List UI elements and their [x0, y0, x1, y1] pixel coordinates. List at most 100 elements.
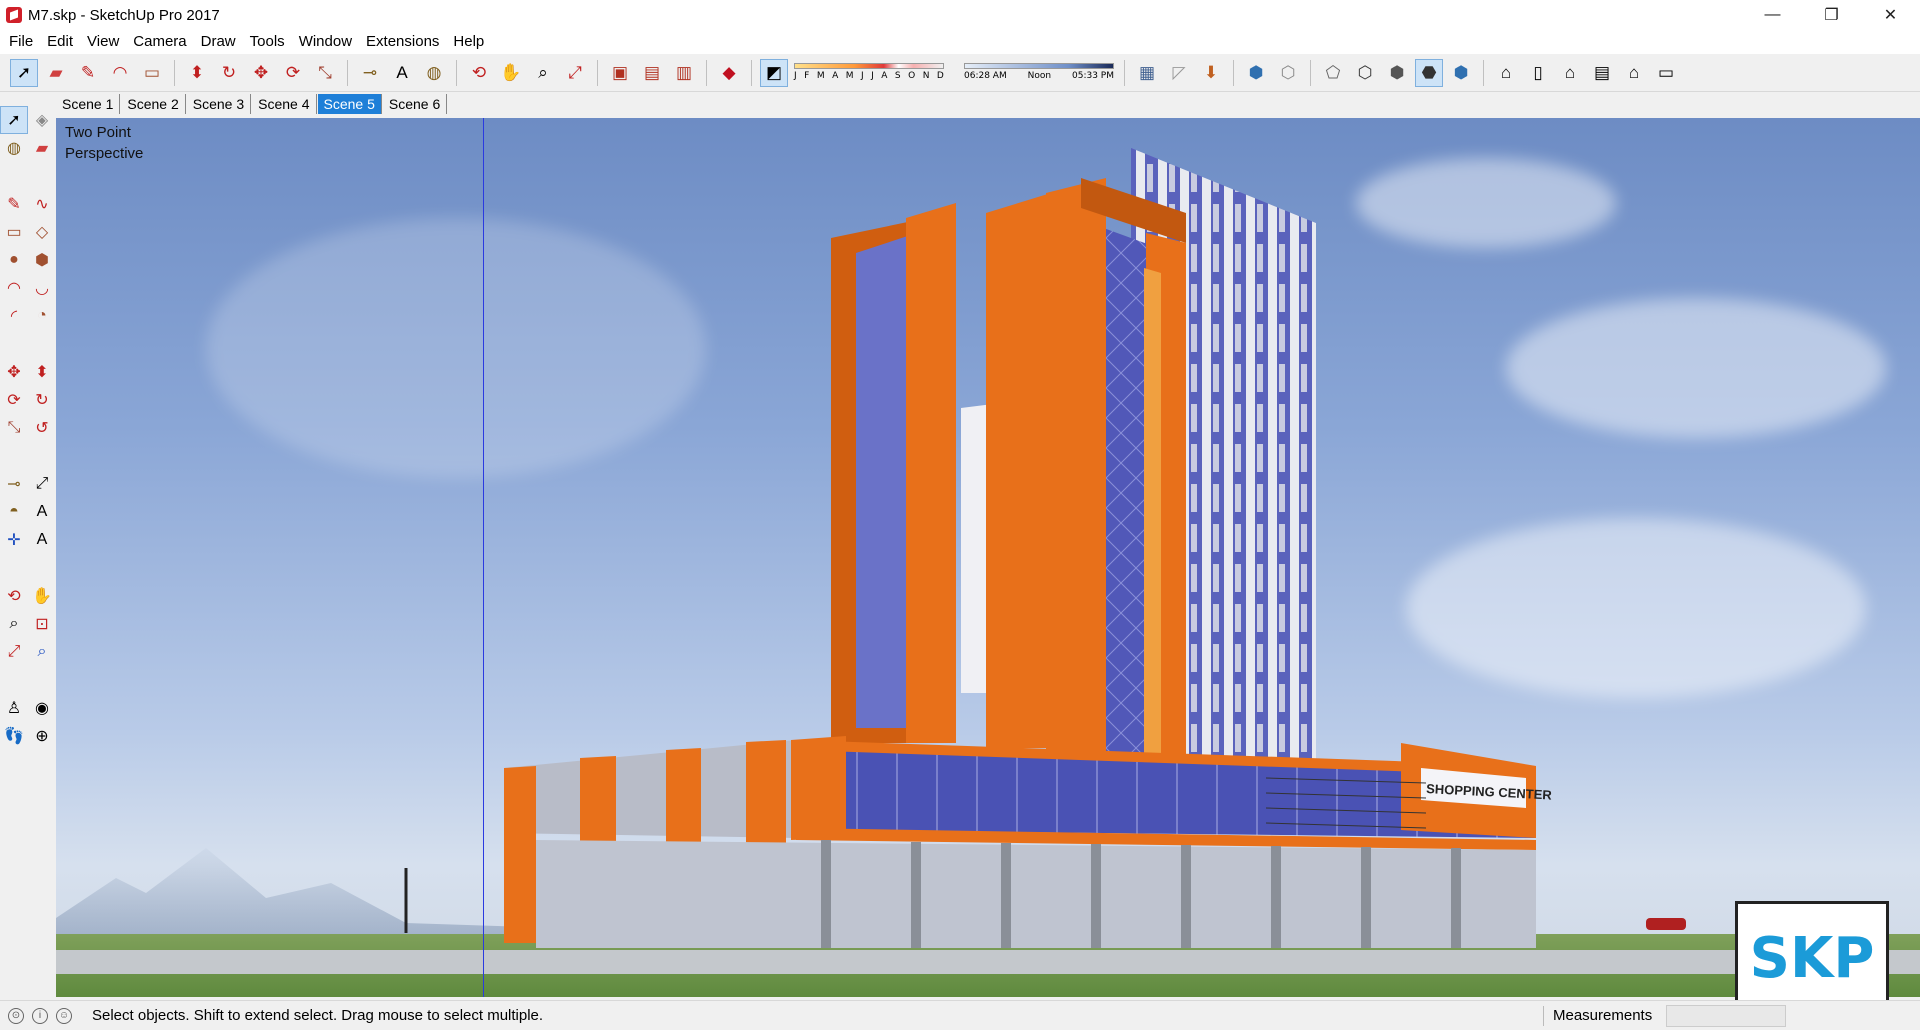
paint-bucket-tool-icon[interactable]: ◍	[421, 60, 447, 86]
shadow-months-bar[interactable]: J F M A M J J A S O N D	[794, 61, 944, 85]
shadow-time-slider[interactable]: 06:28 AM Noon 05:33 PM	[964, 61, 1114, 85]
restore-button[interactable]: ❐	[1802, 0, 1861, 30]
pie-icon[interactable]: ◔	[29, 303, 55, 329]
tab-scene-2[interactable]: Scene 2	[121, 94, 186, 114]
look-around-icon[interactable]: ◉	[29, 695, 55, 721]
style-monochrome-icon[interactable]: ⬢	[1448, 60, 1474, 86]
eraser-icon[interactable]: ▰	[29, 135, 55, 161]
walk-icon[interactable]: 👣	[1, 723, 27, 749]
menu-edit[interactable]: Edit	[40, 30, 80, 54]
component-icon[interactable]: ◈	[29, 107, 55, 133]
tab-scene-1[interactable]: Scene 1	[56, 94, 121, 114]
follow-me-icon[interactable]: ↻	[29, 387, 55, 413]
style-solid-icon[interactable]: ⬢	[1384, 60, 1410, 86]
tape-measure-tool-icon[interactable]: ⊸	[357, 60, 383, 86]
style-textured-icon[interactable]: ⬣	[1415, 58, 1443, 87]
style-outline-icon[interactable]: ⬡	[1352, 60, 1378, 86]
menu-window[interactable]: Window	[292, 30, 359, 54]
display-shadows-icon[interactable]: ◩	[760, 58, 788, 87]
front-view-icon[interactable]: ⌂	[1557, 60, 1583, 86]
ruby-console-icon[interactable]: ◆	[716, 60, 742, 86]
back-edges-icon[interactable]: ◸	[1166, 60, 1192, 86]
user-account-icon[interactable]: ☺	[56, 1007, 72, 1024]
push-pull-icon[interactable]: ⬍	[29, 359, 55, 385]
top-view-icon[interactable]: ▯	[1525, 60, 1551, 86]
extension-warehouse-icon[interactable]: ▥	[671, 60, 697, 86]
polygon-icon[interactable]: ⬢	[29, 247, 55, 273]
minimize-button[interactable]: —	[1743, 0, 1802, 30]
arc-icon[interactable]: ◠	[1, 275, 27, 301]
hidden-line-icon[interactable]: ⬢	[1243, 60, 1269, 86]
building-model[interactable]: SHOPPING CENTER	[56, 118, 1920, 997]
paint-bucket-icon[interactable]: ◍	[1, 135, 27, 161]
shaded-icon[interactable]: ⬡	[1275, 60, 1301, 86]
zoom-window-icon[interactable]: ⊡	[29, 611, 55, 637]
previous-view-icon[interactable]: ⌕	[29, 639, 55, 665]
menu-help[interactable]: Help	[446, 30, 491, 54]
tab-scene-3[interactable]: Scene 3	[187, 94, 252, 114]
eraser-tool-icon[interactable]: ▰	[43, 60, 69, 86]
select-icon[interactable]: ➚	[0, 106, 28, 134]
zoom-extents-icon[interactable]: ⤢	[1, 639, 27, 665]
rotate-icon[interactable]: ⟳	[1, 387, 27, 413]
rectangle-icon[interactable]: ▭	[1, 219, 27, 245]
back-view-icon[interactable]: ⌂	[1621, 60, 1647, 86]
three-point-arc-icon[interactable]: ◜	[1, 303, 27, 329]
shadow-month-slider[interactable]: J F M A M J J A S O N D 06:28 AM Noon 05…	[794, 60, 1114, 86]
rectangle-tool-icon[interactable]: ▭	[139, 60, 165, 86]
iso-view-icon[interactable]: ⌂	[1493, 60, 1519, 86]
menu-view[interactable]: View	[80, 30, 126, 54]
pan-icon[interactable]: ✋	[29, 583, 55, 609]
move-icon[interactable]: ✥	[1, 359, 27, 385]
scale-tool-icon[interactable]: ⤡	[312, 60, 338, 86]
tab-scene-4[interactable]: Scene 4	[252, 94, 317, 114]
follow-me-tool-icon[interactable]: ↻	[216, 60, 242, 86]
rotate-tool-icon[interactable]: ⟳	[280, 60, 306, 86]
geo-location-icon[interactable]: ⊙	[8, 1007, 24, 1024]
right-view-icon[interactable]: ▤	[1589, 60, 1615, 86]
3d-text-icon[interactable]: A	[29, 527, 55, 553]
left-view-icon[interactable]: ▭	[1653, 60, 1679, 86]
model-viewport[interactable]: SHOPPING CENTER Two Point Perspective	[56, 118, 1920, 997]
freehand-icon[interactable]: ∿	[29, 191, 55, 217]
wireframe-icon[interactable]: ⬇	[1198, 60, 1224, 86]
menu-camera[interactable]: Camera	[126, 30, 193, 54]
offset-icon[interactable]: ↺	[29, 415, 55, 441]
orbit-tool-icon[interactable]: ⟲	[466, 60, 492, 86]
info-icon[interactable]: i	[32, 1007, 48, 1024]
close-button[interactable]: ✕	[1861, 0, 1920, 30]
move-tool-icon[interactable]: ✥	[248, 60, 274, 86]
text-tool-icon[interactable]: A	[389, 60, 415, 86]
tab-scene-6[interactable]: Scene 6	[383, 94, 448, 114]
select-tool-icon[interactable]: ➚	[10, 58, 38, 87]
scale-icon[interactable]: ⤡	[1, 415, 27, 441]
menu-extensions[interactable]: Extensions	[359, 30, 446, 54]
axes-icon[interactable]: ✛	[1, 527, 27, 553]
orbit-icon[interactable]: ⟲	[1, 583, 27, 609]
tape-measure-icon[interactable]: ⊸	[1, 471, 27, 497]
share-model-icon[interactable]: ▤	[639, 60, 665, 86]
pencil-icon[interactable]: ✎	[1, 191, 27, 217]
menu-tools[interactable]: Tools	[243, 30, 292, 54]
zoom-icon[interactable]: ⌕	[1, 611, 27, 637]
pan-tool-icon[interactable]: ✋	[498, 60, 524, 86]
xray-icon[interactable]: ▦	[1134, 60, 1160, 86]
line-tool-icon[interactable]: ✎	[75, 60, 101, 86]
position-camera-icon[interactable]: ♙	[1, 695, 27, 721]
two-point-arc-icon[interactable]: ◡	[29, 275, 55, 301]
circle-icon[interactable]: ●	[1, 247, 27, 273]
push-pull-tool-icon[interactable]: ⬍	[184, 60, 210, 86]
arc-tool-icon[interactable]: ◠	[107, 60, 133, 86]
zoom-extents-tool-icon[interactable]: ⤢	[562, 60, 588, 86]
text-icon[interactable]: A	[29, 499, 55, 525]
style-box-icon[interactable]: ⬠	[1320, 60, 1346, 86]
menu-draw[interactable]: Draw	[194, 30, 243, 54]
measurements-input[interactable]	[1666, 1005, 1786, 1027]
section-plane-icon[interactable]: ⊕	[29, 723, 55, 749]
tab-scene-5[interactable]: Scene 5	[317, 94, 382, 114]
zoom-tool-icon[interactable]: ⌕	[530, 60, 556, 86]
dimension-icon[interactable]: ⤢	[29, 471, 55, 497]
protractor-icon[interactable]: ◓	[1, 499, 27, 525]
rotated-rectangle-icon[interactable]: ◇	[29, 219, 55, 245]
warehouse-icon[interactable]: ▣	[607, 60, 633, 86]
